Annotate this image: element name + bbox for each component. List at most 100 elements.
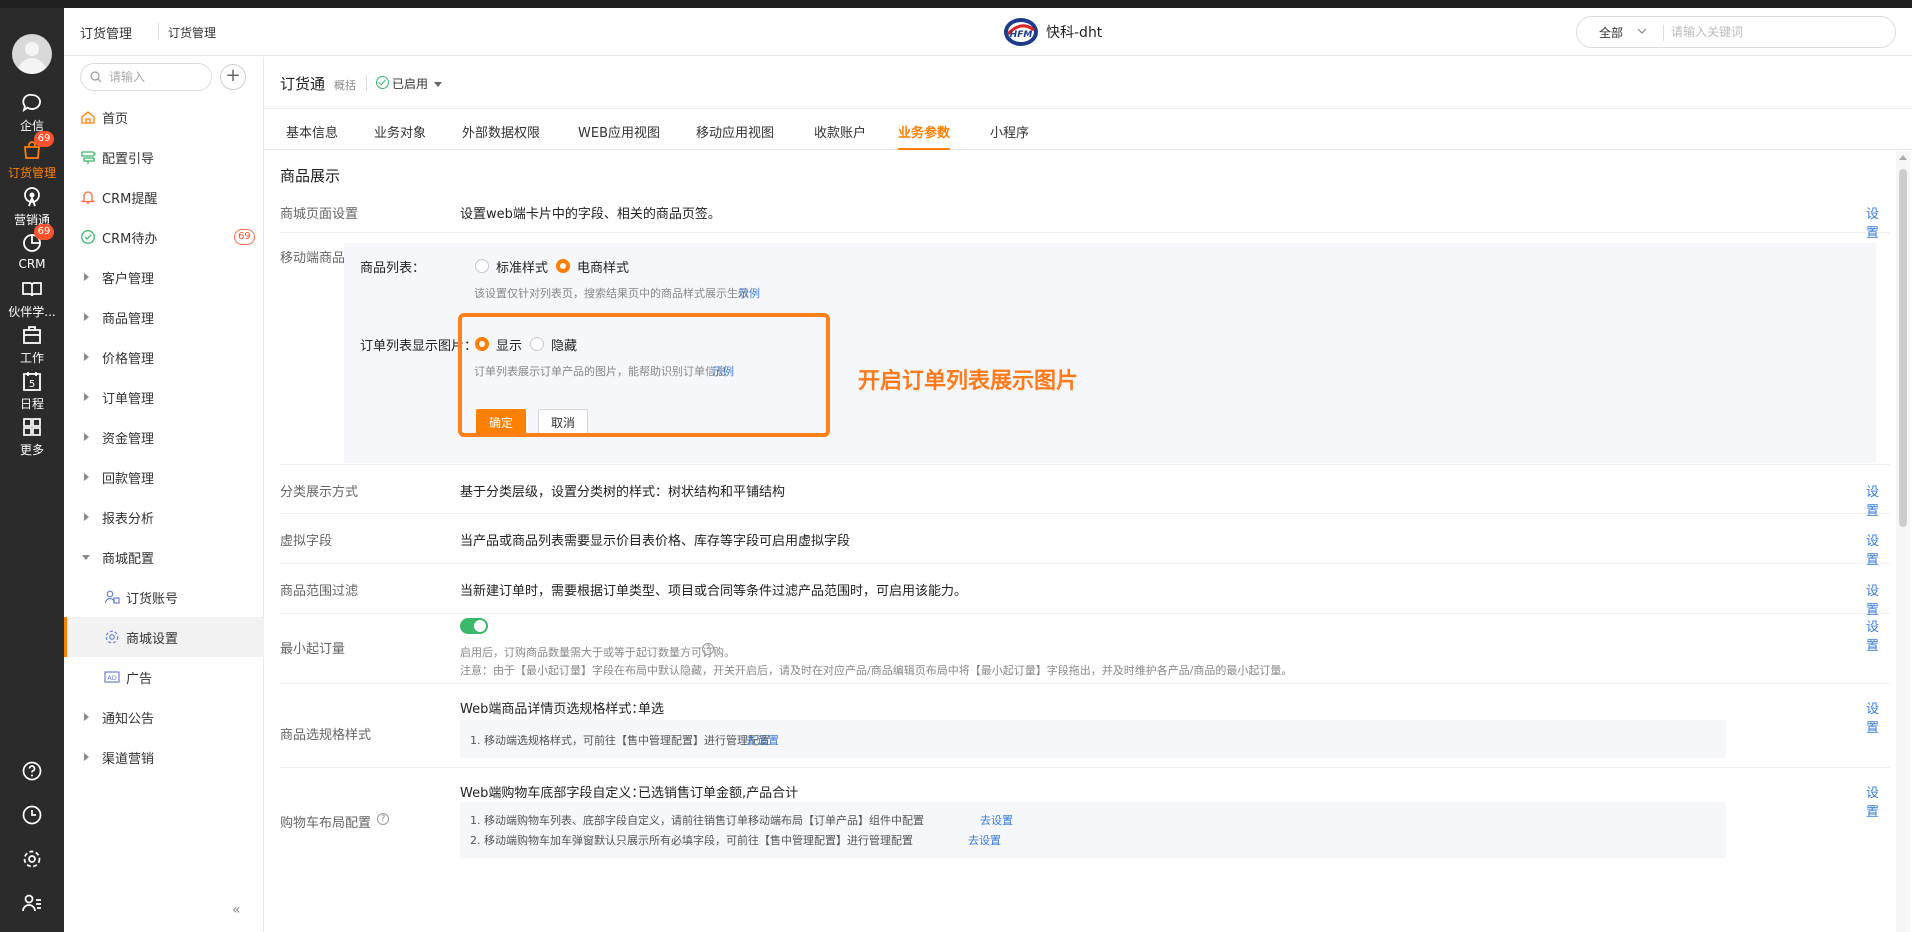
caret-right-icon <box>84 473 89 481</box>
tab-web-app-view[interactable]: WEB应用视图 <box>578 110 660 150</box>
settings-button[interactable] <box>0 844 64 874</box>
add-button[interactable]: + <box>220 64 246 90</box>
setting-label: 虚拟字段 <box>280 534 333 549</box>
sidebar-item-label: 渠道营销 <box>102 752 155 767</box>
help-icon[interactable]: ? <box>702 643 714 655</box>
page-subtitle: 概括 <box>334 79 356 92</box>
set-button[interactable]: 设置 <box>1866 698 1890 736</box>
rail-badge: 69 <box>34 131 54 147</box>
sidebar-item-store-settings[interactable]: 商城设置 <box>64 617 264 657</box>
set-button[interactable]: 设置 <box>1866 782 1890 820</box>
rail-item-order-management[interactable]: 69 订货管理 <box>0 131 64 187</box>
sidebar-group-customers[interactable]: 客户管理 <box>64 257 264 297</box>
cart-note-1: 1. 移动端购物车列表、底部字段自定义，请前往销售订单移动端布局【订单产品】组件… <box>470 814 924 827</box>
sidebar-group-store-config[interactable]: 商城配置 <box>64 537 264 577</box>
sidebar-group-funds[interactable]: 资金管理 <box>64 417 264 457</box>
window-top-strip <box>0 0 1912 8</box>
status-badge[interactable]: 已启用 <box>392 75 428 92</box>
caret-right-icon <box>84 513 89 521</box>
sidebar-item-setup-guide[interactable]: 配置引导 <box>64 137 264 177</box>
setting-row-spec-style: 商品选规格样式 Web端商品详情页选规格样式： 单选 设置 1. 移动端选规格样… <box>280 684 1890 768</box>
setting-label: 最小起订量 <box>280 642 346 657</box>
help-button[interactable] <box>0 756 64 786</box>
avatar[interactable] <box>12 34 52 74</box>
sidebar-group-reports[interactable]: 报表分析 <box>64 497 264 537</box>
breadcrumb-page[interactable]: 订货管理 <box>168 24 216 41</box>
tab-basic-info[interactable]: 基本信息 <box>286 110 338 150</box>
sidebar-search-input[interactable] <box>109 69 205 85</box>
breadcrumb-app[interactable]: 订货管理 <box>80 23 132 42</box>
setting-row-category: 分类展示方式 基于分类层级，设置分类树的样式：树状结构和平铺结构 设置 <box>280 464 1890 519</box>
sidebar-item-label: 客户管理 <box>102 272 155 287</box>
setting-desc: 设置web端卡片中的字段、相关的商品页签。 <box>460 207 721 222</box>
broadcast-icon <box>24 187 40 207</box>
list-hint: 该设置仅针对列表页，搜索结果页中的商品样式展示生效 <box>474 287 749 300</box>
rail-badge: 69 <box>34 224 54 240</box>
set-button[interactable]: 设置 <box>1866 530 1890 568</box>
chevron-down-icon[interactable] <box>1637 28 1647 34</box>
setting-row-store-page: 商城页面设置 设置web端卡片中的字段、相关的商品页签。 设置 <box>280 191 1890 241</box>
sidebar-item-label: 广告 <box>126 672 153 687</box>
caret-right-icon <box>84 353 89 361</box>
sidebar-group-pricing[interactable]: 价格管理 <box>64 337 264 377</box>
radio-label[interactable]: 电商样式 <box>577 257 629 276</box>
example-link[interactable]: 示例 <box>738 285 760 301</box>
search-scope[interactable]: 全部 <box>1599 24 1623 41</box>
radio-standard-style[interactable] <box>475 259 489 273</box>
help-icon[interactable]: ? <box>377 813 389 825</box>
rail-item-messages[interactable]: 企信 <box>0 86 64 140</box>
todo-count-badge: 69 <box>234 229 255 245</box>
tab-external-data-permissions[interactable]: 外部数据权限 <box>462 110 540 150</box>
global-search: 全部 <box>1576 16 1896 48</box>
go-set-link[interactable]: 去设置 <box>746 732 779 748</box>
spec-note-panel: 1. 移动端选规格样式，可前往【售中管理配置】进行管理配置 去设置 <box>460 720 1726 758</box>
users-icon <box>104 590 120 604</box>
sidebar-item-ads[interactable]: AD 广告 <box>64 657 264 697</box>
settings-content: 商品展示 商城页面设置 设置web端卡片中的字段、相关的商品页签。 设置 移动端… <box>264 151 1894 932</box>
sidebar-item-label: 首页 <box>102 112 129 127</box>
rail-label: CRM <box>18 257 46 271</box>
go-set-link[interactable]: 去设置 <box>980 812 1013 828</box>
section-title: 商品展示 <box>280 167 341 185</box>
sidebar-group-payments[interactable]: 回款管理 <box>64 457 264 497</box>
clock-icon <box>22 805 42 825</box>
tab-mini-program[interactable]: 小程序 <box>990 110 1029 150</box>
sidebar-item-home[interactable]: 首页 <box>64 97 264 137</box>
go-set-link[interactable]: 去设置 <box>968 832 1001 848</box>
radio-label[interactable]: 标准样式 <box>496 257 548 276</box>
radio-ecommerce-style[interactable] <box>556 259 570 273</box>
sidebar-group-orders[interactable]: 订单管理 <box>64 377 264 417</box>
tab-mobile-app-view[interactable]: 移动应用视图 <box>696 110 774 150</box>
sidebar-group-channel-marketing[interactable]: 渠道营销 <box>64 737 264 777</box>
contacts-button[interactable] <box>0 888 64 918</box>
sidebar-item-crm-reminder[interactable]: CRM提醒 <box>64 177 264 217</box>
min-qty-toggle[interactable] <box>460 618 488 634</box>
rail-label: 企信 <box>19 119 44 133</box>
rail-item-more[interactable]: 更多 <box>0 410 64 464</box>
sidebar-item-crm-todo[interactable]: CRM待办 69 <box>64 217 264 257</box>
sidebar-item-order-accounts[interactable]: 订货账号 <box>64 577 264 617</box>
sidebar-item-label: 配置引导 <box>102 152 155 167</box>
min-qty-note: 注意：由于【最小起订量】字段在布局中默认隐藏，开关开启后，请及时在对应产品/商品… <box>460 664 1293 677</box>
global-search-input[interactable] <box>1671 22 1881 42</box>
caret-right-icon <box>84 753 89 761</box>
set-button[interactable]: 设置 <box>1866 616 1890 654</box>
tab-business-parameters[interactable]: 业务参数 <box>898 110 951 150</box>
history-button[interactable] <box>0 800 64 830</box>
sidebar-group-products[interactable]: 商品管理 <box>64 297 264 337</box>
collapse-sidebar-button[interactable]: « <box>232 902 241 918</box>
app-rail: 企信 69 订货管理 营销通 69 CRM 伙伴学... 工作 5 日程 更多 <box>0 8 64 932</box>
main-panel: 订货通 概括 已启用 基本信息 业务对象 外部数据权限 WEB应用视图 移动应用… <box>264 57 1912 932</box>
web-spec-label: Web端商品详情页选规格样式： <box>460 702 645 717</box>
scrollbar-thumb[interactable] <box>1899 169 1907 527</box>
object-titlebar: 订货通 概括 已启用 <box>264 57 1912 109</box>
cart-note-panel: 1. 移动端购物车列表、底部字段自定义，请前往销售订单移动端布局【订单产品】组件… <box>460 802 1726 858</box>
tab-payment-accounts[interactable]: 收款账户 <box>814 110 866 150</box>
set-button[interactable]: 设置 <box>1866 580 1890 618</box>
content-scrollbar[interactable] <box>1896 151 1910 932</box>
caret-down-icon[interactable] <box>434 82 442 87</box>
svg-text:HFM: HFM <box>1010 30 1033 40</box>
scroll-up-icon[interactable] <box>1899 155 1907 160</box>
sidebar-group-notices[interactable]: 通知公告 <box>64 697 264 737</box>
tab-business-objects[interactable]: 业务对象 <box>374 110 426 150</box>
